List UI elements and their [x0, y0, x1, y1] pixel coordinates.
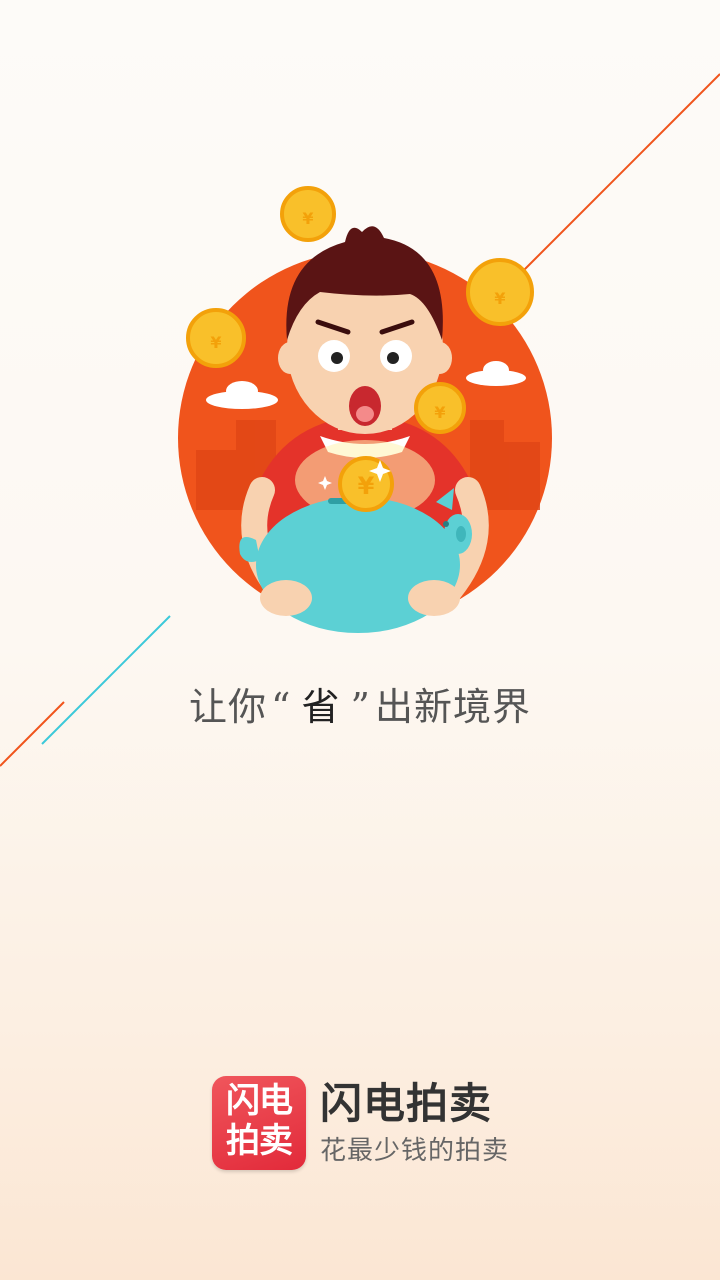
tagline-prefix: 让你 [189, 685, 268, 729]
brand-footer: 闪电 拍卖 闪电拍卖 花最少钱的拍卖 [212, 1076, 522, 1176]
brand-slogan: 花最少钱的拍卖 [320, 1136, 510, 1166]
svg-text:¥: ¥ [358, 472, 375, 500]
splash-screen: ¥ ¥ ¥ ¥ ¥ 让你 “省” 出新境界 闪电 拍卖 闪电拍卖 花最少钱的拍卖 [0, 0, 720, 1280]
tagline-suffix: 出新境界 [374, 685, 531, 729]
tagline-open-quote: “ [271, 685, 292, 729]
svg-text:¥: ¥ [494, 289, 505, 308]
app-logo-icon: 闪电 拍卖 [212, 1076, 306, 1170]
logo-text-line2: 拍卖 [226, 1121, 293, 1161]
svg-text:¥: ¥ [210, 333, 221, 352]
brand-name: 闪电拍卖 [320, 1079, 493, 1128]
piggy-bank-saver-illustration: ¥ ¥ ¥ ¥ ¥ [178, 186, 552, 633]
tagline-close-quote: ” [350, 685, 371, 729]
svg-text:¥: ¥ [434, 403, 445, 422]
tagline-highlight: 省 [301, 685, 341, 729]
svg-text:¥: ¥ [302, 209, 313, 228]
logo-text-line1: 闪电 [226, 1081, 293, 1121]
tagline: 让你 “省” 出新境界 [0, 676, 720, 731]
